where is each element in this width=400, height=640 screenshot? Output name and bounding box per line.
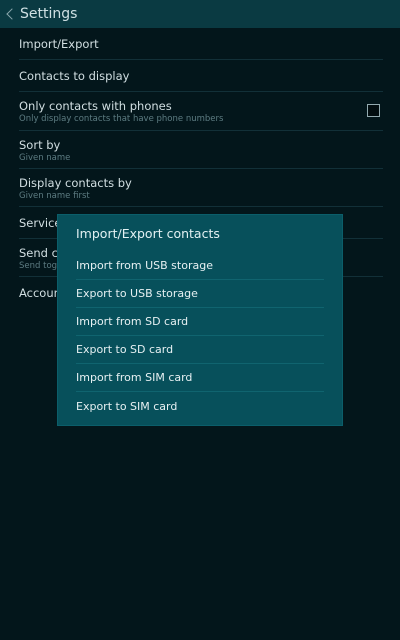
action-bar: Settings [0,0,400,28]
back-chevron-icon[interactable] [6,8,18,20]
setting-label: Display contacts by [19,176,132,190]
setting-summary: Send toge [19,261,63,271]
dialog-title: Import/Export contacts [76,226,220,241]
setting-summary: Given name [19,153,71,163]
setting-display-contacts-by[interactable]: Display contacts by Given name first [19,169,383,207]
setting-sort-by[interactable]: Sort by Given name [19,131,383,169]
import-export-dialog: Import/Export contacts Import from USB s… [58,215,342,425]
option-label: Import from USB storage [76,259,213,272]
setting-summary: Given name first [19,191,90,201]
option-label: Import from SD card [76,315,189,328]
setting-contacts-to-display[interactable]: Contacts to display [19,60,383,92]
setting-label: Sort by [19,138,61,152]
option-label: Export to SD card [76,343,174,356]
export-to-sim-card-option[interactable]: Export to SIM card [76,392,324,420]
export-to-sd-card-option[interactable]: Export to SD card [76,336,324,364]
setting-label: Only contacts with phones [19,99,172,113]
import-from-usb-storage-option[interactable]: Import from USB storage [76,252,324,280]
setting-label: Contacts to display [19,69,130,83]
import-from-sd-card-option[interactable]: Import from SD card [76,308,324,336]
option-label: Import from SIM card [76,371,193,384]
import-from-sim-card-option[interactable]: Import from SIM card [76,364,324,392]
export-to-usb-storage-option[interactable]: Export to USB storage [76,280,324,308]
setting-label: Import/Export [19,37,99,51]
option-label: Export to USB storage [76,287,198,300]
setting-summary: Only display contacts that have phone nu… [19,114,224,124]
setting-label: Service [19,216,62,230]
only-phones-checkbox[interactable] [367,104,380,117]
setting-import-export[interactable]: Import/Export [19,28,383,60]
setting-only-contacts-with-phones[interactable]: Only contacts with phones Only display c… [19,92,383,131]
page-title[interactable]: Settings [20,6,77,22]
option-label: Export to SIM card [76,399,178,413]
